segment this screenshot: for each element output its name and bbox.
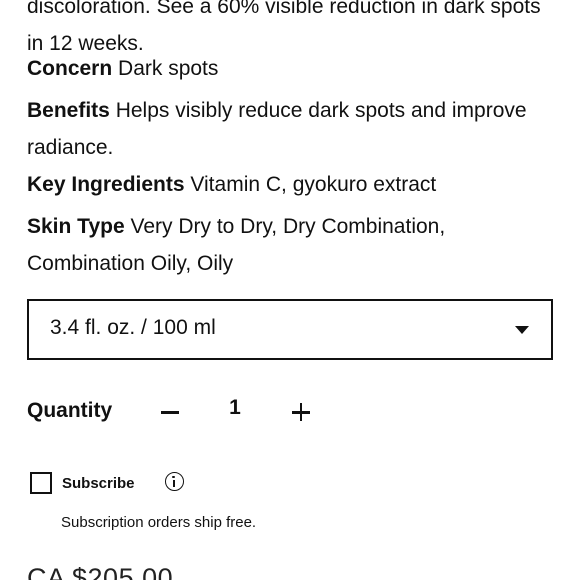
spec-key-ingredients-value: Vitamin C, gyokuro extract xyxy=(190,173,437,196)
quantity-value[interactable]: 1 xyxy=(218,396,252,420)
spec-skin-type-label: Skin Type xyxy=(27,215,125,238)
spec-key-ingredients: Key Ingredients Vitamin C, gyokuro extra… xyxy=(27,166,557,203)
subscription-note: Subscription orders ship free. xyxy=(61,514,257,531)
subscribe-checkbox[interactable] xyxy=(30,472,52,494)
spec-concern: Concern Dark spots xyxy=(27,50,557,87)
chevron-down-icon xyxy=(515,326,529,334)
spec-key-ingredients-label: Key Ingredients xyxy=(27,173,185,196)
spec-concern-label: Concern xyxy=(27,57,113,80)
spec-benefits-label: Benefits xyxy=(27,99,110,122)
info-icon[interactable] xyxy=(165,472,184,491)
size-select-value: 3.4 fl. oz. / 100 ml xyxy=(50,316,216,339)
quantity-decrease-button[interactable] xyxy=(152,395,188,429)
subscribe-label[interactable]: Subscribe xyxy=(62,475,135,492)
spec-concern-value: Dark spots xyxy=(118,57,219,80)
quantity-increase-button[interactable] xyxy=(283,395,319,429)
price: CA $205.00 xyxy=(27,563,174,580)
size-select[interactable]: 3.4 fl. oz. / 100 ml xyxy=(27,299,553,360)
spec-benefits: Benefits Helps visibly reduce dark spots… xyxy=(27,92,557,166)
quantity-label: Quantity xyxy=(27,399,113,422)
spec-skin-type: Skin Type Very Dry to Dry, Dry Combinati… xyxy=(27,208,557,282)
